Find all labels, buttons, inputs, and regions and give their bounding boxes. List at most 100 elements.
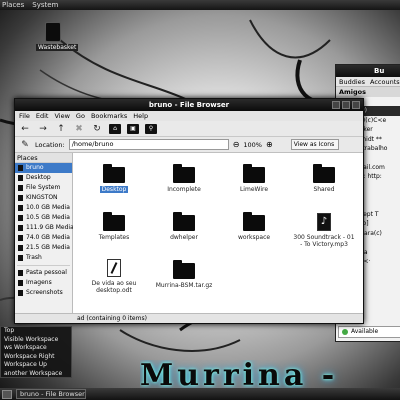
menu-buddies[interactable]: Buddies <box>339 77 365 86</box>
desktop-icon <box>18 175 23 181</box>
forward-icon[interactable]: → <box>37 123 49 135</box>
menu-help[interactable]: Help <box>133 111 148 121</box>
zoom-level[interactable]: 100% <box>243 141 262 149</box>
file-label: De vida ao seu desktop.odt <box>91 280 137 294</box>
menu-go[interactable]: Go <box>76 111 85 121</box>
sidebar-item-imagens[interactable]: Imagens <box>15 278 72 288</box>
menu-item[interactable]: Visible Workspace <box>1 336 71 345</box>
menu-bookmarks[interactable]: Bookmarks <box>91 111 127 121</box>
toggle-location-icon[interactable]: ✎ <box>19 139 31 151</box>
search-icon[interactable]: ⚲ <box>145 123 157 134</box>
usb-drive-icon <box>18 195 23 201</box>
sidebar-separator <box>17 265 70 266</box>
folder-icon <box>103 164 125 183</box>
trash-icon <box>45 22 61 42</box>
places-menu[interactable]: Places <box>2 0 24 10</box>
sidebar-item-media[interactable]: 10.0 GB Media <box>15 203 72 213</box>
reload-icon[interactable]: ↻ <box>91 123 103 135</box>
toolbar: ← → ↑ ✖ ↻ ⌂ ▣ ⚲ <box>15 121 363 137</box>
window-context-menu: Top Visible Workspace ws Workspace Works… <box>0 326 72 378</box>
status-selector[interactable]: Available <box>338 326 400 338</box>
zoom-in-icon[interactable]: ⊕ <box>266 140 273 149</box>
sidebar-item-file-system[interactable]: File System <box>15 183 72 193</box>
file-item[interactable]: Shared <box>293 164 355 193</box>
desktop-trash-icon[interactable]: Wastebasket <box>36 22 79 51</box>
file-label: Desktop <box>99 186 129 193</box>
buddy-list-menubar: Buddies Accounts <box>336 77 400 87</box>
menu-accounts[interactable]: Accounts <box>370 77 400 86</box>
buddy-group-header[interactable]: Amigos <box>336 87 400 97</box>
zoom-out-icon[interactable]: ⊖ <box>233 140 240 149</box>
home-folder-icon <box>18 165 23 171</box>
menu-item[interactable]: Workspace Up <box>1 361 71 370</box>
minimize-button[interactable] <box>332 101 340 109</box>
close-button[interactable] <box>352 101 360 109</box>
sidebar-item-trash[interactable]: Trash <box>15 253 72 263</box>
top-panel: Places System <box>0 0 400 10</box>
file-item[interactable]: De vida ao seu desktop.odt <box>83 259 145 294</box>
places-sidebar: Places bruno Desktop File System KINGSTO… <box>15 153 74 313</box>
location-label: Location: <box>35 140 65 149</box>
buddy-list-title[interactable]: Bu <box>336 65 400 77</box>
drive-icon <box>18 215 23 221</box>
file-item[interactable]: workspace <box>223 212 285 241</box>
file-item[interactable]: dwhelper <box>153 212 215 241</box>
menu-item[interactable]: another Workspace <box>1 370 71 379</box>
drive-icon <box>18 205 23 211</box>
file-item[interactable]: ♪ 300 Soundtrack - 01 - To Victory.mp3 <box>293 213 355 248</box>
location-input[interactable]: /home/bruno <box>68 139 229 150</box>
folder-icon <box>173 164 195 183</box>
file-icon-view: Desktop Incomplete LimeWire Shared Templ… <box>73 153 363 313</box>
sidebar-item-media[interactable]: 111.9 GB Media <box>15 223 74 233</box>
up-icon[interactable]: ↑ <box>55 123 67 135</box>
document-icon <box>107 259 121 277</box>
home-icon[interactable]: ⌂ <box>109 123 121 134</box>
sidebar-item-bruno[interactable]: bruno <box>15 163 72 173</box>
file-item[interactable]: LimeWire <box>223 164 285 193</box>
menu-edit[interactable]: Edit <box>36 111 49 121</box>
location-bar: ✎ Location: /home/bruno ⊖ 100% ⊕ View as… <box>15 137 363 153</box>
sidebar-item-desktop[interactable]: Desktop <box>15 173 72 183</box>
available-status-icon <box>342 329 348 335</box>
drive-icon <box>18 235 23 241</box>
bottom-panel: bruno - File Browser <box>0 388 400 400</box>
menu-item[interactable]: ws Workspace <box>1 344 71 353</box>
file-item[interactable]: Murrina-BSM.tar.gz <box>153 260 215 289</box>
status-bar: ad (containing 0 items) <box>15 313 363 323</box>
folder-icon <box>18 280 23 286</box>
menu-item[interactable]: Top <box>1 327 71 336</box>
system-menu[interactable]: System <box>32 0 58 10</box>
view-mode-select[interactable]: View as Icons <box>290 139 339 150</box>
folder-icon <box>103 212 125 231</box>
file-item[interactable]: Templates <box>83 212 145 241</box>
sidebar-item-screenshots[interactable]: Screenshots <box>15 288 72 298</box>
sidebar-item-pasta-pessoal[interactable]: Pasta pessoal <box>15 268 72 278</box>
menu-view[interactable]: View <box>54 111 69 121</box>
sidebar-item-media[interactable]: 74.0 GB Media <box>15 233 72 243</box>
maximize-button[interactable] <box>342 101 350 109</box>
file-item[interactable]: Incomplete <box>153 164 215 193</box>
sidebar-item-media[interactable]: 21.5 GB Media <box>15 243 72 253</box>
taskbar-button[interactable]: bruno - File Browser <box>16 389 86 399</box>
sidebar-item-media[interactable]: 10.5 GB Media <box>15 213 72 223</box>
menubar: File Edit View Go Bookmarks Help <box>15 111 363 121</box>
file-browser-titlebar[interactable]: bruno - File Browser <box>15 99 363 111</box>
places-header[interactable]: Places <box>15 153 72 163</box>
folder-icon <box>173 212 195 231</box>
status-label: Available <box>351 328 379 335</box>
folder-icon <box>243 212 265 231</box>
sidebar-item-kingston[interactable]: KINGSTON <box>15 193 72 203</box>
window-controls <box>332 101 360 109</box>
stop-icon[interactable]: ✖ <box>73 123 85 135</box>
show-desktop-button[interactable] <box>2 389 12 399</box>
folder-icon <box>18 270 23 276</box>
trash-icon <box>18 255 23 261</box>
menu-file[interactable]: File <box>19 111 30 121</box>
file-label: Incomplete <box>167 186 201 193</box>
menu-item[interactable]: Workspace Right <box>1 353 71 362</box>
back-icon[interactable]: ← <box>19 123 31 135</box>
file-browser-body: Places bruno Desktop File System KINGSTO… <box>15 153 363 313</box>
file-item[interactable]: Desktop <box>83 164 145 193</box>
computer-icon[interactable]: ▣ <box>127 123 139 134</box>
file-label: workspace <box>237 234 271 241</box>
